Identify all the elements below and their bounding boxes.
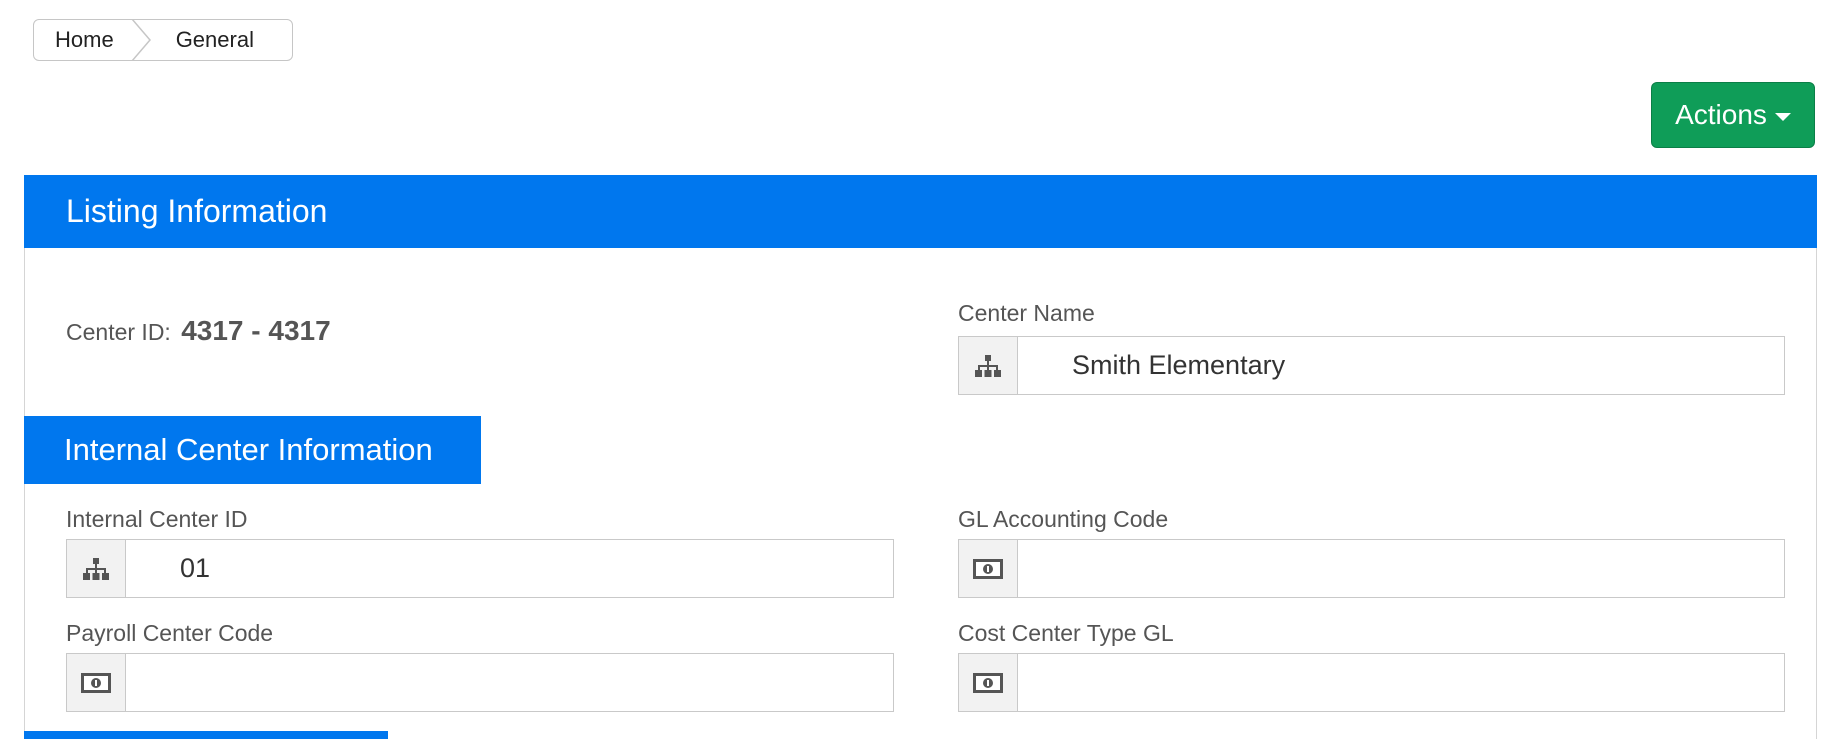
payroll-center-code-label: Payroll Center Code: [66, 620, 274, 646]
center-id-value: 4317 - 4317: [181, 315, 331, 346]
internal-center-id-label: Internal Center ID: [66, 506, 248, 532]
money-icon: [959, 540, 1018, 597]
internal-center-id-field: [66, 539, 894, 598]
center-name-label: Center Name: [958, 300, 1095, 326]
breadcrumb-general-link[interactable]: General: [152, 20, 292, 60]
cost-center-type-gl-input[interactable]: [1018, 654, 1784, 711]
actions-dropdown-button[interactable]: Actions: [1651, 82, 1815, 148]
internal-center-id-input[interactable]: [126, 540, 893, 597]
next-section-header: [24, 731, 388, 739]
center-id: Center ID: 4317 - 4317: [66, 315, 331, 347]
center-id-label: Center ID:: [66, 319, 171, 345]
actions-label: Actions: [1675, 99, 1767, 130]
breadcrumb-separator-icon: [131, 20, 152, 60]
internal-center-information-header: Internal Center Information: [24, 416, 481, 484]
payroll-center-code-field: [66, 653, 894, 712]
center-name-input[interactable]: [1018, 337, 1784, 394]
payroll-center-code-input[interactable]: [126, 654, 893, 711]
breadcrumb-home-link[interactable]: Home: [34, 20, 134, 60]
gl-accounting-code-label: GL Accounting Code: [958, 506, 1169, 532]
breadcrumb: Home General: [33, 19, 293, 61]
gl-accounting-code-input[interactable]: [1018, 540, 1784, 597]
listing-information-header: Listing Information: [24, 175, 1817, 248]
center-name-field: [958, 336, 1785, 395]
cost-center-type-gl-label: Cost Center Type GL: [958, 620, 1174, 646]
caret-down-icon: [1774, 113, 1791, 121]
money-icon: [67, 654, 126, 711]
sitemap-icon: [67, 540, 126, 597]
cost-center-type-gl-field: [958, 653, 1785, 712]
gl-accounting-code-field: [958, 539, 1785, 598]
sitemap-icon: [959, 337, 1018, 394]
money-icon: [959, 654, 1018, 711]
